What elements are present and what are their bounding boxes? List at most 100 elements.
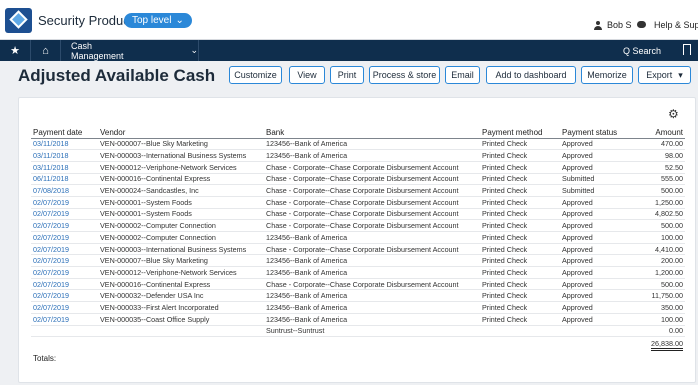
cell-payment-date[interactable]: 03/11/2018 xyxy=(31,161,98,174)
export-dropdown[interactable]: Export ▾ xyxy=(638,66,691,84)
table-row: 02/07/2019 VEN-000035--Coast Office Suppl… xyxy=(31,313,685,326)
cell-payment-status: Approved xyxy=(560,243,640,256)
cell-payment-status: Approved xyxy=(560,138,640,151)
cell-bank: 123456--Bank of America xyxy=(264,231,480,244)
cell-payment-method: Printed Check xyxy=(480,313,560,326)
add-to-dashboard-button[interactable]: Add to dashboard xyxy=(486,66,576,84)
cell-payment-status: Approved xyxy=(560,219,640,232)
module-menu[interactable]: Cash Management ⌄ xyxy=(61,40,199,61)
cell-payment-method xyxy=(480,325,560,338)
cell-bank: Chase - Corporate--Chase Corporate Disbu… xyxy=(264,219,480,232)
cell-payment-date xyxy=(31,325,98,338)
bookmark-icon[interactable] xyxy=(683,44,691,55)
cell-payment-date[interactable]: 02/07/2019 xyxy=(31,196,98,209)
help-support-link[interactable]: Help & Support xyxy=(654,20,698,30)
cell-payment-date[interactable]: 02/07/2019 xyxy=(31,231,98,244)
cell-amount: 4,410.00 xyxy=(640,243,685,256)
totals-label: Totals: xyxy=(33,354,57,363)
export-label: Export xyxy=(646,70,673,80)
cell-vendor: VEN-000032--Defender USA Inc xyxy=(98,289,264,303)
cell-payment-date[interactable]: 03/11/2018 xyxy=(31,138,98,151)
cell-vendor: VEN-000002--Computer Connection xyxy=(98,219,264,232)
cell-payment-method: Printed Check xyxy=(480,266,560,279)
cell-bank: 123456--Bank of America xyxy=(264,313,480,326)
entity-level-dropdown[interactable]: Top level ⌄ xyxy=(124,13,192,28)
cell-amount: 500.00 xyxy=(640,278,685,291)
cell-payment-status: Approved xyxy=(560,161,640,174)
favorites-star-icon[interactable]: ★ xyxy=(0,40,31,61)
cell-payment-date[interactable]: 02/07/2019 xyxy=(31,243,98,256)
total-amount-cell: 26,838.00 xyxy=(640,337,685,352)
table-row: 02/07/2019 VEN-000012--Veriphone-Network … xyxy=(31,266,685,279)
cell-bank: 123456--Bank of America xyxy=(264,289,480,303)
cell-vendor: VEN-000001--System Foods xyxy=(98,208,264,221)
cell-payment-date[interactable]: 02/07/2019 xyxy=(31,254,98,268)
cell-vendor: VEN-000001--System Foods xyxy=(98,196,264,209)
process-store-button[interactable]: Process & store xyxy=(369,66,440,84)
cell-payment-date[interactable]: 02/07/2019 xyxy=(31,301,98,314)
cell-amount: 555.00 xyxy=(640,173,685,186)
cell-bank: 123456--Bank of America xyxy=(264,266,480,279)
view-button[interactable]: View xyxy=(289,66,325,84)
cell-amount: 100.00 xyxy=(640,313,685,326)
col-amount[interactable]: Amount xyxy=(640,127,685,139)
cell-payment-date[interactable]: 02/07/2019 xyxy=(31,208,98,221)
cell-payment-method: Printed Check xyxy=(480,173,560,186)
cell-vendor: VEN-000002--Computer Connection xyxy=(98,231,264,244)
col-payment-status[interactable]: Payment status xyxy=(560,127,640,139)
cell-amount: 0.00 xyxy=(640,325,685,338)
cell-payment-status: Approved xyxy=(560,266,640,279)
memorize-button[interactable]: Memorize xyxy=(581,66,633,84)
module-menu-label: Cash Management xyxy=(71,40,124,61)
col-vendor[interactable]: Vendor xyxy=(98,127,264,139)
cell-vendor: VEN-000012--Veriphone-Network Services xyxy=(98,161,264,174)
cell-payment-date[interactable]: 02/07/2019 xyxy=(31,289,98,303)
cell-payment-date[interactable]: 03/11/2018 xyxy=(31,149,98,162)
cell-payment-status xyxy=(560,325,640,338)
cell-payment-method: Printed Check xyxy=(480,208,560,221)
cell-payment-status: Approved xyxy=(560,149,640,162)
table-row: 02/07/2019 VEN-000002--Computer Connectio… xyxy=(31,231,685,244)
cell-payment-date[interactable]: 06/11/2018 xyxy=(31,173,98,186)
cell-payment-date[interactable]: 02/07/2019 xyxy=(31,313,98,326)
table-row: 02/07/2019 VEN-000033--First Alert Incorp… xyxy=(31,301,685,314)
cell-payment-date[interactable]: 07/08/2018 xyxy=(31,184,98,197)
logo-diamond-icon xyxy=(9,10,28,29)
table-row: 02/07/2019 VEN-000002--Computer Connectio… xyxy=(31,219,685,232)
customize-button[interactable]: Customize xyxy=(229,66,282,84)
chevron-down-icon: ⌄ xyxy=(190,45,198,55)
totals-row: 26,838.00 xyxy=(31,337,685,352)
user-menu[interactable]: Bob S xyxy=(594,20,632,30)
user-icon xyxy=(594,20,602,30)
title-bar: Security Products Top level ⌄ Bob S Help… xyxy=(0,0,698,40)
print-button[interactable]: Print xyxy=(330,66,364,84)
cell-payment-status: Submitted xyxy=(560,184,640,197)
gear-icon[interactable]: ⚙ xyxy=(668,107,679,121)
cell-vendor: VEN-000016--Continental Express xyxy=(98,278,264,291)
table-row: 06/11/2018 VEN-000016--Continental Expres… xyxy=(31,173,685,186)
cell-amount: 500.00 xyxy=(640,184,685,197)
table-row: 02/07/2019 VEN-000032--Defender USA Inc 12… xyxy=(31,289,685,303)
app-logo[interactable] xyxy=(5,8,32,33)
email-button[interactable]: Email xyxy=(445,66,480,84)
cell-payment-method: Printed Check xyxy=(480,138,560,151)
cell-vendor: VEN-000024--Sandcastles, Inc xyxy=(98,184,264,197)
cell-payment-date[interactable]: 02/07/2019 xyxy=(31,278,98,291)
col-payment-method[interactable]: Payment method xyxy=(480,127,560,139)
col-payment-date[interactable]: Payment date xyxy=(31,127,98,139)
home-icon[interactable]: ⌂ xyxy=(31,40,61,61)
cell-payment-status: Approved xyxy=(560,231,640,244)
col-bank[interactable]: Bank xyxy=(264,127,480,139)
cell-payment-method: Printed Check xyxy=(480,243,560,256)
table-row: Suntrust--Suntrust 0.00 xyxy=(31,325,685,338)
cell-payment-date[interactable]: 02/07/2019 xyxy=(31,266,98,279)
page-title: Adjusted Available Cash xyxy=(18,66,216,85)
search-button[interactable]: Q Search xyxy=(623,40,661,61)
cell-bank: Chase - Corporate--Chase Corporate Disbu… xyxy=(264,161,480,174)
cell-amount: 11,750.00 xyxy=(640,289,685,303)
cell-bank: 123456--Bank of America xyxy=(264,138,480,151)
cell-amount: 4,802.50 xyxy=(640,208,685,221)
cell-payment-date[interactable]: 02/07/2019 xyxy=(31,219,98,232)
cell-payment-status: Submitted xyxy=(560,173,640,186)
chat-icon[interactable] xyxy=(637,21,646,28)
